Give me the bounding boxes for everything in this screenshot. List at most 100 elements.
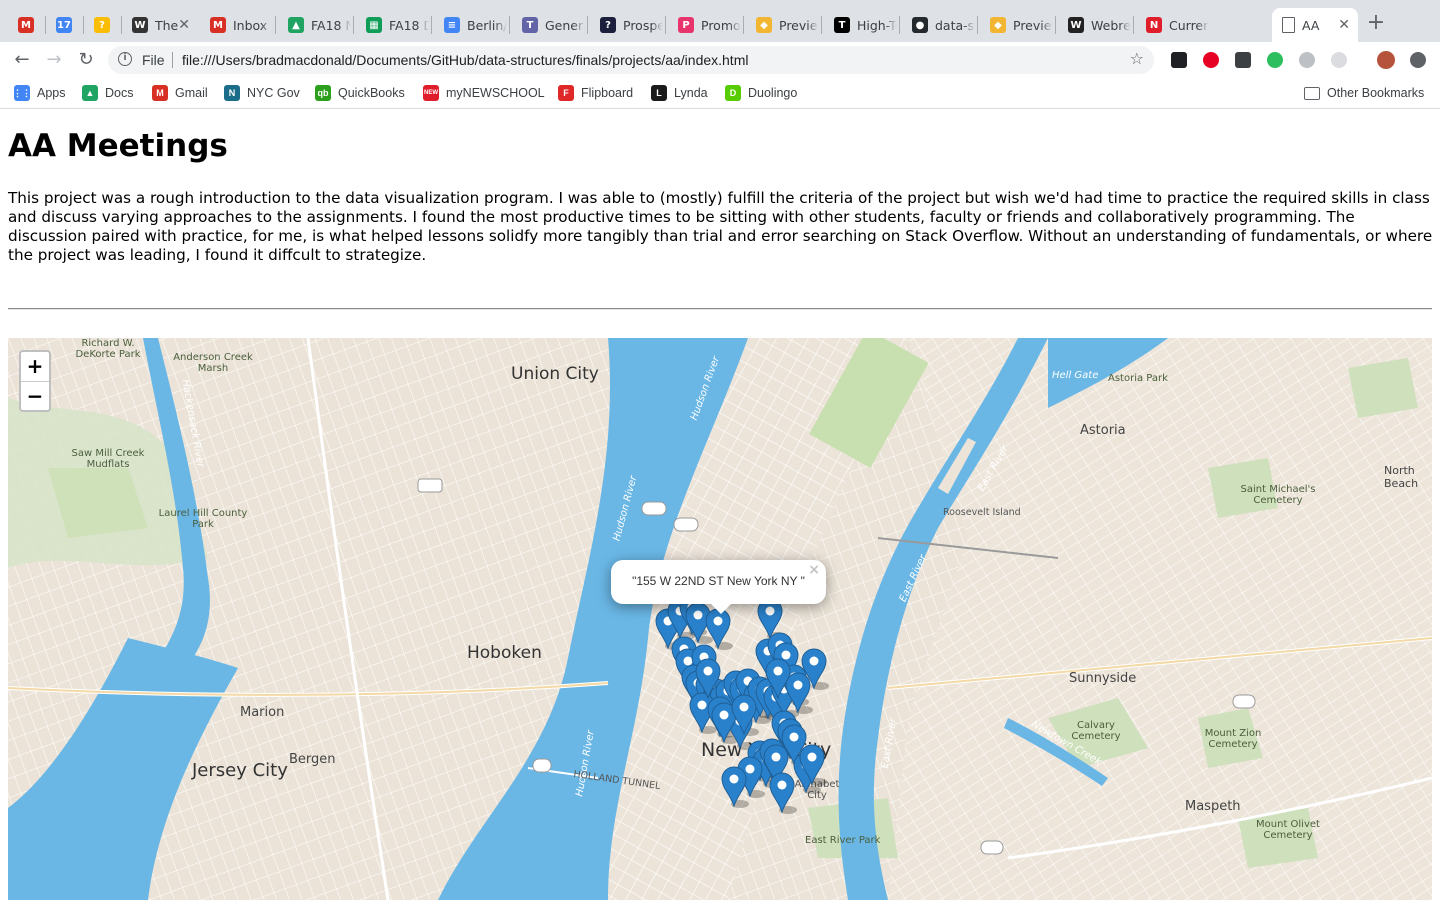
drive-icon: ▲ — [288, 17, 304, 33]
back-icon[interactable]: ← — [10, 48, 34, 72]
lynda-icon: L — [651, 85, 667, 101]
url-scheme-label: File — [142, 52, 165, 68]
evernote-extension-icon[interactable] — [1267, 52, 1283, 68]
bookmark-label: Docs — [105, 86, 134, 100]
sheets-icon: ▦ — [366, 17, 382, 33]
tab-title: Preview — [779, 17, 819, 33]
browser-tab[interactable]: ▦ FA18 D — [356, 8, 432, 42]
meetings-map[interactable]: Union City Hoboken Jersey City New York … — [8, 338, 1432, 900]
zoom-in-button[interactable]: + — [21, 352, 49, 382]
popup-close-button[interactable]: × — [808, 562, 820, 578]
duolingo-icon: D — [725, 85, 741, 101]
tab-title: Inbox ( — [233, 17, 273, 33]
bookmark-label: QuickBooks — [338, 86, 405, 100]
drive-extension-icon[interactable] — [1299, 52, 1315, 68]
tab-title: FA18 N — [311, 17, 351, 33]
page-title: AA Meetings — [8, 128, 228, 164]
browser-tab[interactable]: M — [8, 8, 46, 42]
tab-separator — [1133, 16, 1134, 34]
info-icon[interactable]: i — [118, 52, 132, 66]
bookmark-label: Flipboard — [581, 86, 634, 100]
bookmark-apps[interactable]: ⋮⋮ Apps — [13, 84, 66, 102]
pinterest-extension-icon[interactable] — [1203, 52, 1219, 68]
quickbooks-icon: qb — [315, 85, 331, 101]
marker-popup: "155 W 22ND ST New York NY " × — [611, 560, 826, 614]
tab-separator — [665, 16, 666, 34]
bookmark-label: Apps — [37, 86, 66, 100]
tab-separator — [509, 16, 510, 34]
extension-icon[interactable] — [1235, 52, 1251, 68]
bookmark-label: Duolingo — [748, 86, 798, 100]
tab-separator — [431, 16, 432, 34]
promo-icon: P — [678, 17, 694, 33]
nyt-icon: W — [132, 17, 148, 33]
bookmark-label: Gmail — [175, 86, 208, 100]
popup-tip — [711, 604, 731, 614]
new-tab-button[interactable]: + — [1364, 12, 1388, 36]
browser-tab[interactable]: N Current — [1136, 8, 1212, 42]
browser-tab[interactable]: W Webrec — [1058, 8, 1134, 42]
tab-separator — [353, 16, 354, 34]
buffer-extension-icon[interactable] — [1171, 52, 1187, 68]
url-text[interactable]: file:///Users/bradmacdonald/Documents/Gi… — [182, 52, 748, 68]
intro-paragraph: This project was a rough introduction to… — [8, 189, 1433, 264]
popup-address: "155 W 22ND ST New York NY " — [632, 574, 805, 588]
browser-tab[interactable]: W The ✕ — [122, 8, 198, 42]
browser-tab[interactable]: P Promo — [668, 8, 744, 42]
drive-icon: ▲ — [82, 85, 98, 101]
browser-tab[interactable]: ? Prospe — [590, 8, 666, 42]
teams-icon: T — [522, 17, 538, 33]
other-bookmarks-folder[interactable]: Other Bookmarks — [1304, 84, 1424, 102]
bookmark-star-icon[interactable]: ☆ — [1130, 49, 1144, 68]
browser-tab[interactable]: ◆ Preview — [980, 8, 1056, 42]
address-bar[interactable]: i File file:///Users/bradmacdonald/Docum… — [108, 46, 1154, 74]
reload-icon[interactable]: ↻ — [74, 48, 98, 72]
tab-title: Current — [1169, 17, 1209, 33]
bookmark-quickbooks[interactable]: qb QuickBooks — [315, 84, 405, 102]
browser-tab[interactable]: T Genera — [512, 8, 588, 42]
forward-icon[interactable]: → — [42, 48, 66, 72]
tab-title: Webrec — [1091, 17, 1131, 33]
webrecorder-icon: W — [1068, 17, 1084, 33]
browser-tab[interactable]: ? — [84, 8, 122, 42]
bookmark-gmail[interactable]: M Gmail — [152, 84, 208, 102]
bookmark-docs[interactable]: ▲ Docs — [82, 84, 133, 102]
close-tab-icon[interactable]: ✕ — [1338, 17, 1350, 33]
bookmark-flipboard[interactable]: F Flipboard — [558, 84, 633, 102]
browser-tab[interactable]: ● data-st — [902, 8, 978, 42]
extension-circle-icon[interactable] — [1331, 52, 1347, 68]
browser-tab[interactable]: M Inbox ( — [200, 8, 276, 42]
zoom-out-button[interactable]: − — [21, 382, 49, 411]
marker-layer — [655, 594, 829, 814]
tab-separator — [1055, 16, 1056, 34]
newschool-icon: N — [1146, 17, 1162, 33]
tab-title: data-st — [935, 17, 975, 33]
address-divider — [172, 52, 173, 68]
browser-tab[interactable]: 17 — [46, 8, 84, 42]
bookmark-duolingo[interactable]: D Duolingo — [725, 84, 797, 102]
browser-tab[interactable]: AA ✕ — [1272, 8, 1358, 42]
keep-icon: ? — [94, 17, 110, 33]
tab-separator — [587, 16, 588, 34]
close-tab-icon[interactable]: ✕ — [178, 17, 190, 33]
tab-title: Prospe — [623, 17, 663, 33]
update-menu-icon[interactable] — [1410, 52, 1426, 68]
browser-toolbar: ← → ↻ i File file:///Users/bradmacdonald… — [0, 42, 1440, 78]
browser-tab[interactable]: ≡ Berlin/F — [434, 8, 510, 42]
browser-tab[interactable]: T High-Te — [824, 8, 900, 42]
profile-avatar[interactable] — [1377, 51, 1395, 69]
horizontal-rule — [8, 308, 1432, 310]
calendar-icon: 17 — [56, 17, 72, 33]
newschool-icon: NEW — [423, 85, 439, 101]
gmail-icon: M — [152, 85, 168, 101]
browser-tab[interactable]: ◆ Preview — [746, 8, 822, 42]
bookmark-label: myNEWSCHOOL — [446, 86, 545, 100]
docs-icon: ≡ — [444, 17, 460, 33]
bookmark-nyc-gov[interactable]: N NYC Gov — [224, 84, 300, 102]
bookmark-mynewschool[interactable]: NEW myNEWSCHOOL — [423, 84, 545, 102]
tab-title: Genera — [545, 17, 585, 33]
bookmark-lynda[interactable]: L Lynda — [651, 84, 708, 102]
folder-icon — [1304, 86, 1320, 100]
zoom-control: + − — [19, 350, 51, 412]
browser-tab[interactable]: ▲ FA18 N — [278, 8, 354, 42]
